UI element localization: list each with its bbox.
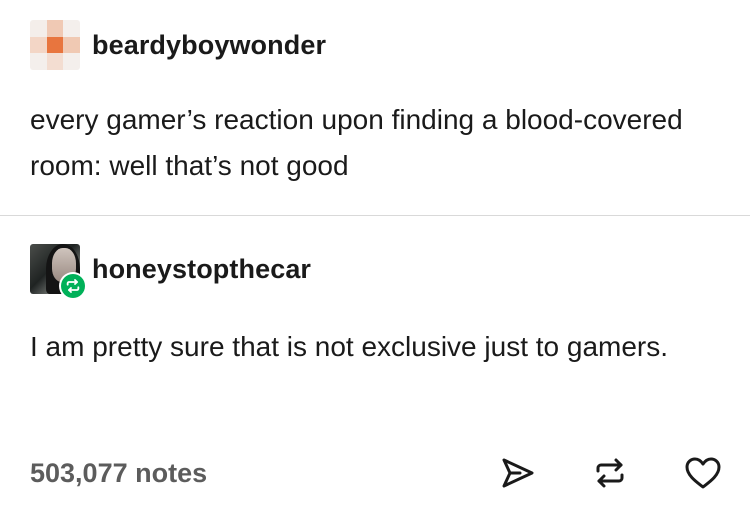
share-button[interactable] bbox=[500, 456, 536, 490]
post-actions bbox=[500, 456, 722, 490]
post-original: beardyboywonder every gamer’s reaction u… bbox=[0, 0, 750, 216]
username[interactable]: honeystopthecar bbox=[92, 254, 311, 285]
post-text: I am pretty sure that is not exclusive j… bbox=[30, 331, 669, 362]
post-reply: honeystopthecar I am pretty sure that is… bbox=[0, 217, 750, 507]
reblog-badge-icon bbox=[59, 272, 87, 300]
notes-count[interactable]: 503,077 notes bbox=[30, 458, 207, 489]
send-icon bbox=[502, 458, 534, 488]
post-text: every gamer’s reaction upon finding a bl… bbox=[30, 104, 683, 181]
avatar[interactable] bbox=[30, 244, 87, 300]
reblog-button[interactable] bbox=[592, 456, 628, 490]
post-header: beardyboywonder bbox=[30, 20, 326, 70]
reblog-icon bbox=[596, 458, 624, 488]
post-header: honeystopthecar bbox=[30, 244, 311, 300]
post-footer: 503,077 notes bbox=[30, 454, 722, 492]
username[interactable]: beardyboywonder bbox=[92, 30, 326, 61]
heart-icon bbox=[685, 457, 721, 489]
like-button[interactable] bbox=[684, 456, 722, 490]
avatar[interactable] bbox=[30, 20, 80, 70]
divider bbox=[0, 215, 750, 216]
blurred-avatar-image bbox=[30, 20, 80, 70]
